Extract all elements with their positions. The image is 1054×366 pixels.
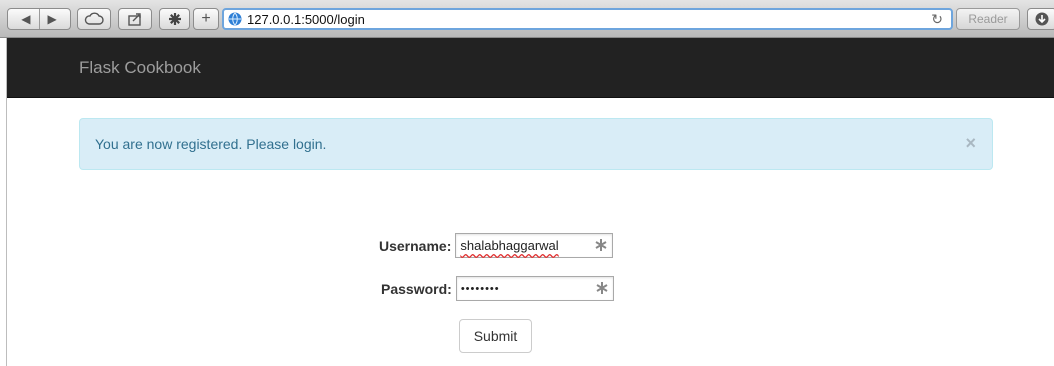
reload-icon[interactable]: ↻: [931, 11, 943, 28]
reader-button[interactable]: Reader: [956, 8, 1020, 30]
back-arrow-icon[interactable]: ◀: [21, 12, 30, 26]
address-bar[interactable]: 127.0.0.1:5000/login ↻: [222, 8, 953, 30]
globe-icon: [228, 12, 242, 26]
password-value: ••••••••: [460, 282, 500, 295]
username-value: shalabhaggarwal: [460, 238, 559, 253]
navbar: Flask Cookbook: [7, 38, 1054, 98]
downloads-button[interactable]: [1027, 8, 1054, 30]
back-forward-buttons[interactable]: ◀ ▶: [7, 8, 71, 30]
username-input[interactable]: shalabhaggarwal: [455, 233, 614, 258]
cloud-icon: [84, 12, 104, 25]
browser-toolbar: ◀ ▶ + 127.0.0.1:5000/login ↻ Reader: [0, 0, 1054, 38]
forward-arrow-icon[interactable]: ▶: [48, 12, 57, 26]
page-content: Flask Cookbook You are now registered. P…: [6, 38, 1054, 366]
download-icon: [1035, 12, 1049, 26]
url-text[interactable]: 127.0.0.1:5000/login: [247, 12, 365, 27]
puzzle-icon: [168, 13, 181, 25]
extension-button[interactable]: [159, 8, 190, 30]
password-input[interactable]: ••••••••: [455, 276, 614, 301]
password-key-icon[interactable]: [595, 280, 609, 296]
submit-button[interactable]: Submit: [459, 319, 532, 353]
alert-message: You are now registered. Please login.: [95, 136, 327, 152]
new-tab-button[interactable]: +: [193, 8, 219, 30]
username-label: Username:: [379, 237, 452, 254]
icloud-tabs-button[interactable]: [77, 8, 111, 30]
password-row: Password: ••••••••: [381, 276, 614, 301]
username-row: Username: shalabhaggarwal: [379, 233, 614, 258]
share-button[interactable]: [118, 8, 152, 30]
close-icon[interactable]: ×: [965, 133, 976, 154]
password-label: Password:: [381, 280, 452, 297]
alert-info: You are now registered. Please login. ×: [79, 118, 993, 170]
share-icon: [128, 13, 141, 26]
password-key-icon[interactable]: [594, 237, 608, 253]
plus-icon: +: [201, 10, 211, 27]
navbar-brand[interactable]: Flask Cookbook: [79, 58, 201, 78]
